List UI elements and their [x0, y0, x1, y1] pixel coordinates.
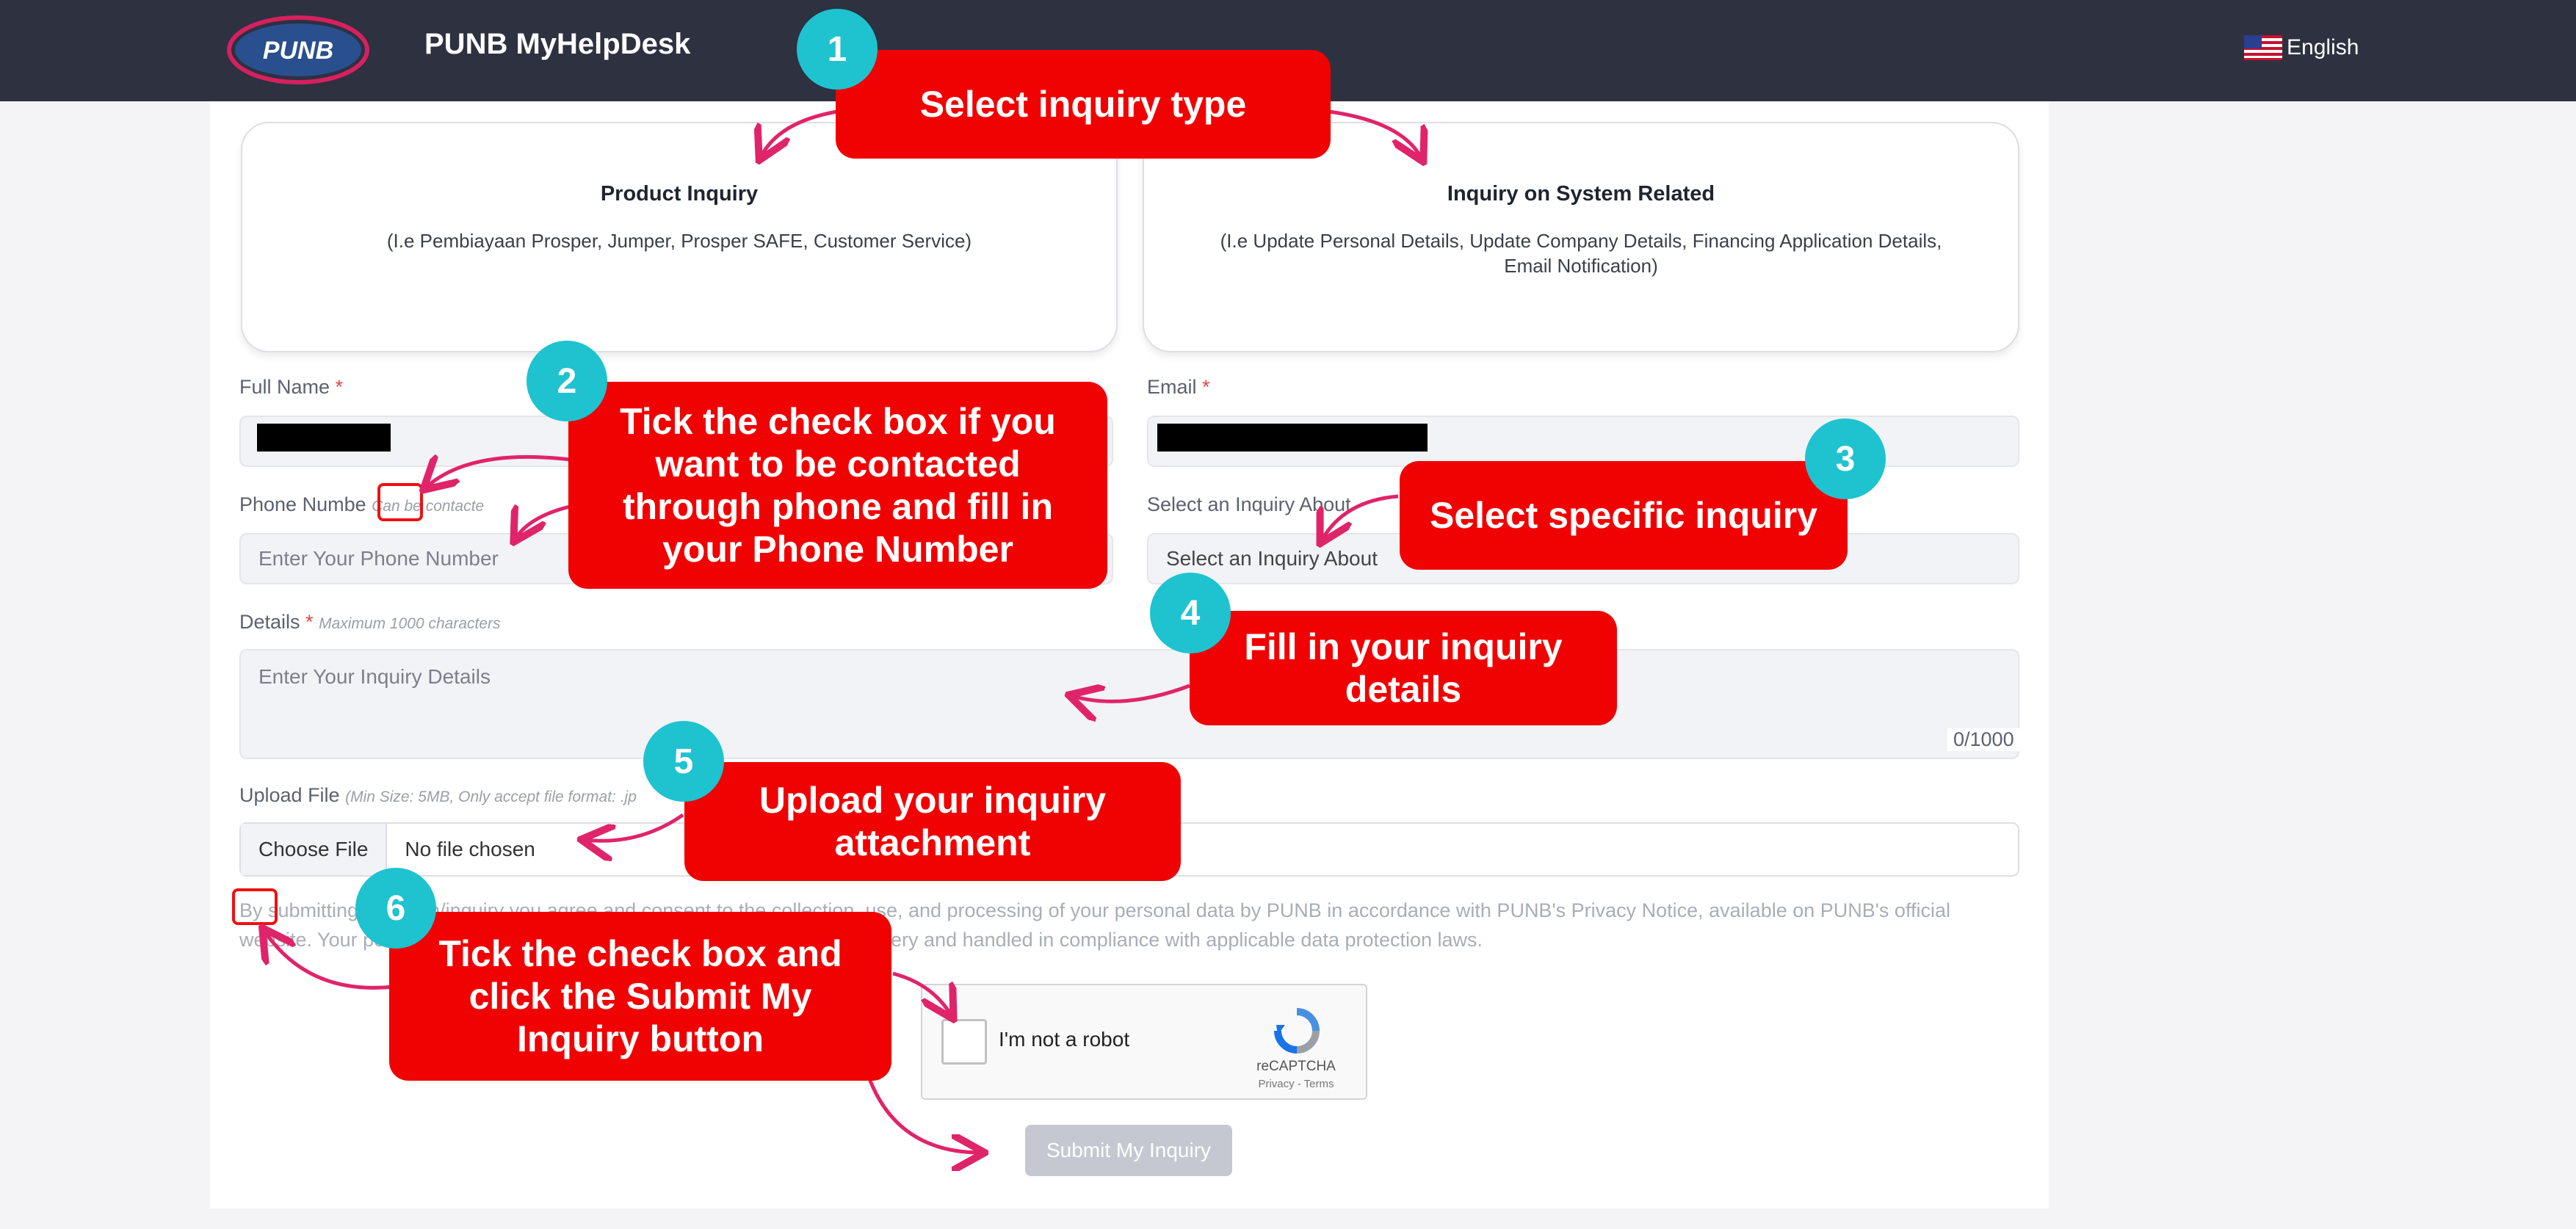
callout-submit: Tick the check box and click the Submit …	[389, 912, 891, 1081]
step-badge-2: 2	[527, 341, 607, 421]
step-badge-3: 3	[1805, 418, 1886, 499]
callout-select-specific-inquiry: Select specific inquiry	[1400, 461, 1848, 570]
callout-inquiry-details: Fill in your inquiry details	[1190, 611, 1617, 725]
callout-phone: Tick the check box if you want to be con…	[568, 382, 1107, 589]
step-badge-4: 4	[1150, 573, 1231, 653]
step-badge-1: 1	[797, 9, 878, 90]
callout-select-inquiry-type: Select inquiry type	[836, 50, 1331, 159]
step-badge-6: 6	[355, 868, 436, 949]
step-badge-5: 5	[643, 721, 724, 802]
callout-upload: Upload your inquiry attachment	[684, 762, 1181, 881]
